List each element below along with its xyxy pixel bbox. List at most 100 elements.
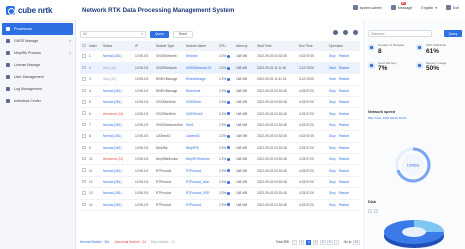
stop-start-link[interactable]: Stop [329, 134, 336, 138]
cell-module-name[interactable]: Hub1 [184, 119, 217, 132]
stop-start-link[interactable]: Stop [329, 100, 336, 104]
exit-button[interactable]: Exit [446, 5, 459, 10]
row-select-checkbox[interactable] [82, 134, 86, 138]
info-icon[interactable] [227, 192, 231, 196]
next-page-button[interactable]: › [334, 239, 340, 245]
sidebar-item-user-management[interactable]: User Management [0, 71, 75, 83]
stop-start-link[interactable]: Stop [329, 191, 336, 195]
row-select-checkbox[interactable] [82, 88, 86, 93]
stop-start-link[interactable]: Stop [329, 123, 336, 127]
cell-module-name[interactable]: RTProduct [184, 199, 217, 211]
cell-module-name[interactable]: GNSSHub2 [184, 107, 217, 120]
row-checkbox[interactable] [80, 199, 87, 211]
user-menu[interactable]: system.admin [352, 5, 382, 10]
table-row[interactable]: 10 Abnormal (24) 10.98.0.5 NtripRtkMonitor N… [80, 153, 360, 166]
query-button[interactable]: Query [150, 30, 169, 38]
table-row[interactable]: 11 Normal (361) 10.98.0.5 RTProduct RTProduc… [80, 164, 360, 177]
restart-link[interactable]: Restart [339, 112, 349, 116]
info-icon[interactable] [227, 123, 231, 127]
messages-button[interactable]: Message 99 [390, 2, 412, 10]
info-icon[interactable] [227, 112, 231, 116]
stop-start-link[interactable]: Stop [329, 89, 336, 93]
row-select-checkbox[interactable] [82, 100, 86, 104]
row-checkbox[interactable] [80, 119, 87, 132]
stop-start-link[interactable]: Stop [329, 169, 336, 173]
row-select-checkbox[interactable] [82, 202, 86, 207]
row-select-checkbox[interactable] [82, 168, 86, 172]
row-checkbox[interactable] [80, 142, 87, 155]
refresh-icon[interactable] [333, 30, 338, 35]
reset-button[interactable]: Reset [172, 30, 194, 38]
restart-link[interactable]: Restart [339, 180, 349, 184]
sidebar-item-individual-center[interactable]: Individual Center [0, 95, 75, 107]
sidebar-item-processors[interactable]: Processors [2, 23, 73, 35]
row-checkbox[interactable] [80, 85, 87, 98]
cell-module-name[interactable]: RTProduct_Mon [184, 176, 217, 189]
stop-start-link[interactable]: Stop [329, 203, 336, 207]
status-filter-select[interactable]: All ▾ [80, 30, 146, 38]
restart-link[interactable]: Restart [339, 66, 349, 70]
table-row[interactable]: 3 Stop (10) 10.98.0.5 RINEXManage RinexManag… [80, 73, 360, 86]
table-row[interactable]: 14 Normal (361) 10.98.0.5 RTProduct RTProduc… [80, 199, 360, 211]
row-checkbox[interactable] [80, 73, 87, 86]
row-select-checkbox[interactable] [82, 191, 86, 195]
header-status[interactable]: Status [101, 41, 133, 51]
stop-start-link[interactable]: Stop [329, 157, 336, 161]
restart-link[interactable]: Restart [339, 100, 349, 104]
row-select-checkbox[interactable] [82, 111, 86, 115]
info-icon[interactable] [227, 55, 231, 59]
info-icon[interactable] [227, 66, 231, 70]
cell-module-name[interactable]: RinexManage [184, 73, 217, 86]
row-select-checkbox[interactable] [82, 156, 86, 161]
cell-module-name[interactable]: Network [184, 51, 217, 63]
info-icon[interactable] [227, 180, 231, 184]
header-memory[interactable]: Memory [234, 41, 255, 51]
table-row[interactable]: 7 Normal (361) 10.98.0.5 GNSSNetworkHub Hub1… [80, 119, 360, 132]
info-icon[interactable] [227, 89, 231, 93]
sidebar-item-ntriprtk-process[interactable]: NtripRtk Process ▾ [0, 47, 75, 59]
header-select[interactable] [80, 41, 87, 51]
cell-module-name[interactable]: RTProduct [184, 164, 217, 177]
restart-link[interactable]: Restart [339, 191, 349, 195]
stop-start-link[interactable]: Stop [329, 112, 336, 116]
table-row[interactable]: 8 Normal (361) 10.98.0.5 CASterAS CasterAS 2.… [80, 130, 360, 143]
info-icon[interactable] [227, 100, 231, 104]
cell-module-name[interactable]: CasterAS [184, 130, 217, 143]
stop-start-link[interactable]: Start [329, 77, 336, 81]
row-checkbox[interactable] [80, 51, 87, 63]
row-select-checkbox[interactable] [82, 54, 86, 58]
row-select-checkbox[interactable] [82, 145, 86, 150]
stop-start-link[interactable]: Stop [329, 180, 336, 184]
cell-module-name[interactable]: GNSSNetwork-01 [184, 62, 217, 75]
row-select-checkbox[interactable] [82, 65, 86, 70]
cell-module-name[interactable]: GNSSHub [184, 96, 217, 109]
cell-module-name[interactable]: RTProduct_SSR [184, 187, 217, 200]
header-module-name[interactable]: Module Name [184, 41, 217, 51]
header-module-type[interactable]: Module Type [154, 41, 184, 51]
row-select-checkbox[interactable] [82, 179, 86, 184]
restart-link[interactable]: Restart [339, 89, 349, 93]
sidebar-item-log-management[interactable]: Log Management [0, 83, 75, 95]
restart-link[interactable]: Restart [339, 54, 349, 58]
settings-icon[interactable] [343, 30, 348, 35]
row-checkbox[interactable] [80, 107, 87, 120]
page-button[interactable]: 2 [305, 239, 312, 245]
table-row[interactable]: 9 Normal (361) 10.98.0.5 NtripRtk NtripRTK 2.… [80, 142, 360, 155]
header-start-time[interactable]: Start Time [255, 41, 297, 51]
table-row[interactable]: 2 Stop (10) 10.98.0.5 GNSSNetwork GNSSNetwor… [80, 62, 360, 75]
restart-link[interactable]: Restart [339, 123, 349, 127]
restart-link[interactable]: Restart [339, 203, 349, 207]
select-all-checkbox[interactable] [82, 43, 86, 48]
page-button[interactable]: 1 [298, 239, 305, 245]
row-checkbox[interactable] [80, 176, 87, 189]
sidebar-item-gnss-manage[interactable]: GNSS Manage ▾ [0, 35, 75, 47]
site-query-button[interactable]: Query [444, 30, 462, 37]
info-icon[interactable] [227, 169, 231, 173]
info-icon[interactable] [227, 78, 231, 82]
row-checkbox[interactable] [80, 153, 87, 166]
page-button[interactable]: 5 [327, 239, 333, 245]
restart-link[interactable]: Restart [339, 157, 349, 161]
cell-module-name[interactable]: NtripRTKMonitor [184, 153, 217, 166]
info-icon[interactable] [227, 157, 231, 161]
language-select[interactable]: English ▾ [421, 6, 437, 10]
